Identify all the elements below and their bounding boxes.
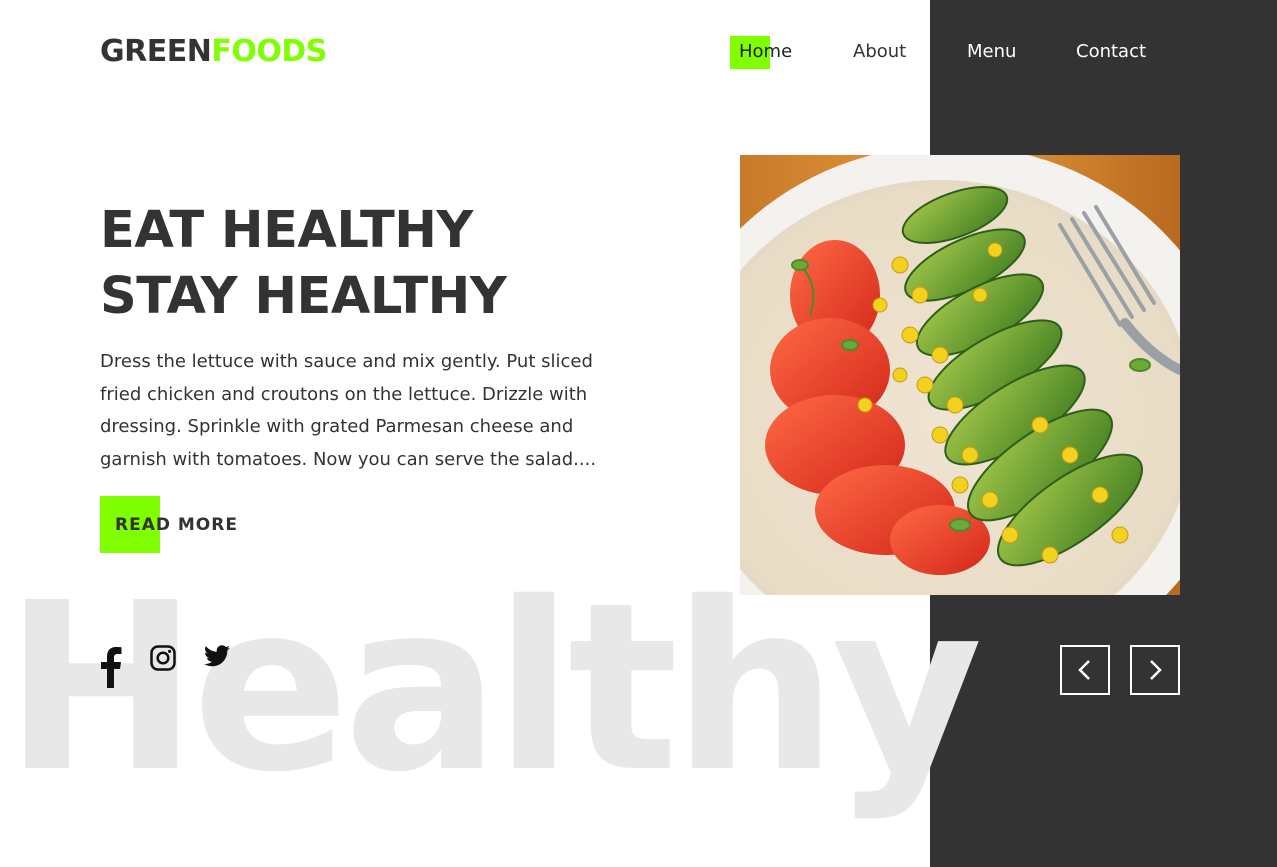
- nav-item-menu[interactable]: Menu: [967, 41, 1016, 62]
- read-more-label: READ MORE: [115, 515, 238, 535]
- headline-line-2: STAY HEALTHY: [100, 267, 507, 326]
- hero-headline: EAT HEALTHY STAY HEALTHY: [100, 198, 507, 330]
- brand-logo[interactable]: GREENFOODS: [100, 34, 327, 69]
- chevron-right-icon: [1132, 647, 1178, 693]
- nav-item-contact[interactable]: Contact: [1076, 41, 1146, 62]
- instagram-icon[interactable]: [150, 645, 176, 675]
- background-watermark: Healthy: [4, 553, 983, 823]
- nav-item-about[interactable]: About: [853, 41, 906, 62]
- logo-part-green: GREEN: [100, 34, 212, 69]
- slider-prev-button[interactable]: [1060, 645, 1110, 695]
- nav-item-home[interactable]: Home: [739, 41, 792, 62]
- hero-description: Dress the lettuce with sauce and mix gen…: [100, 351, 597, 470]
- twitter-icon[interactable]: [204, 645, 230, 671]
- logo-part-foods: FOODS: [211, 34, 327, 69]
- headline-line-1: EAT HEALTHY: [100, 201, 473, 260]
- facebook-icon[interactable]: [100, 646, 122, 692]
- salad-plate-image: [740, 155, 1180, 595]
- chevron-left-icon: [1062, 647, 1108, 693]
- slider-next-button[interactable]: [1130, 645, 1180, 695]
